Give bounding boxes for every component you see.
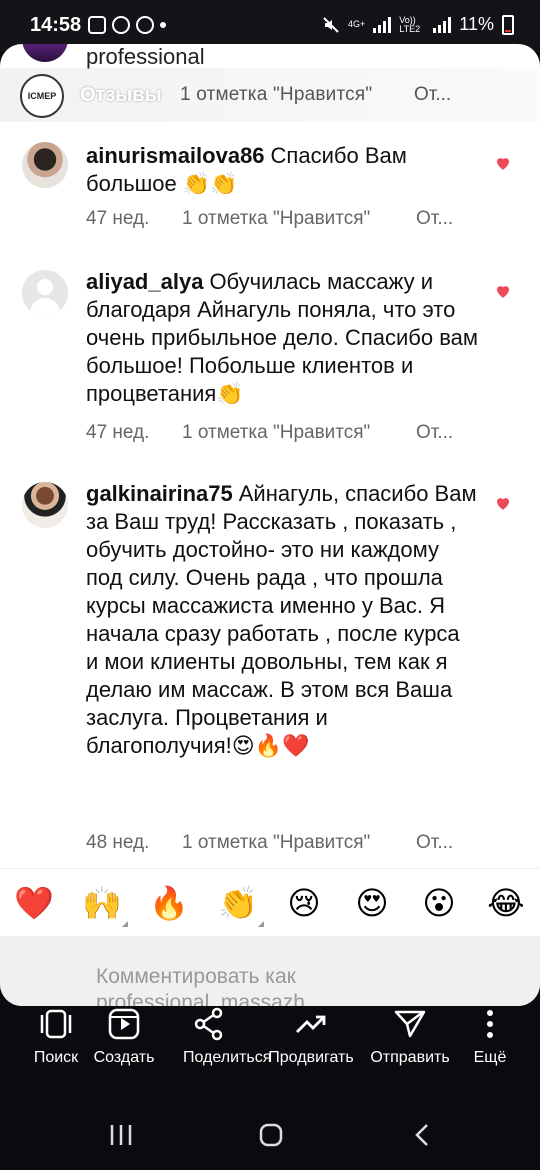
home-icon[interactable] <box>256 1122 286 1148</box>
mute-icon <box>323 16 339 33</box>
emoji-laughing-button[interactable]: 😂 <box>486 883 526 923</box>
more-vertical-icon <box>487 1010 493 1038</box>
comment-username[interactable]: aliyad_alya <box>86 269 203 294</box>
promote-action[interactable]: Продвигать <box>264 1006 358 1100</box>
emoji-glyph: 🙌 <box>82 885 122 921</box>
comments-sheet: professional ICMEP Отзывы 1 отметка "Нра… <box>0 44 540 1006</box>
system-nav-bar <box>0 1100 540 1170</box>
gallery-icon <box>88 16 106 34</box>
comment-text: Айнагуль, спасибо Вам за Ваш труд! Расск… <box>86 481 477 758</box>
caption-header: professional ICMEP Отзывы 1 отметка "Нра… <box>0 44 540 154</box>
comment-age: 48 нед. <box>86 832 150 853</box>
status-time: 14:58 <box>30 14 82 36</box>
reply-button[interactable]: От... <box>416 832 453 854</box>
comment-input-area: Комментировать как professional_massazh <box>0 936 540 1006</box>
account-avatar[interactable]: ICMEP <box>20 74 64 118</box>
send-icon <box>394 1010 426 1038</box>
caption-likes[interactable]: 1 отметка "Нравится" <box>180 84 372 106</box>
bottom-action-bar: Поиск Создать Поделиться Продвигать Отпр… <box>0 1006 540 1100</box>
emoji-quick-bar: ❤️ 🙌 🔥 👏 😢 😍 😮 😂 <box>0 868 540 940</box>
like-heart-icon[interactable] <box>494 494 512 512</box>
like-heart-icon[interactable] <box>494 282 512 300</box>
avatar[interactable] <box>22 270 68 316</box>
skin-tone-indicator <box>122 921 128 927</box>
status-right: 4G+ Vo)) LTE2 11% <box>322 14 514 35</box>
emoji-glyph: 👏 <box>218 885 258 921</box>
search-action[interactable]: Поиск <box>26 1006 86 1100</box>
comment-likes[interactable]: 1 отметка "Нравится" <box>182 208 416 230</box>
emoji-surprised-button[interactable]: 😮 <box>419 883 459 923</box>
comment-meta: 47 нед. 1 отметка "Нравится" От... <box>86 422 453 444</box>
search-label: Поиск <box>33 1049 79 1066</box>
send-action[interactable]: Отправить <box>366 1006 454 1100</box>
create-action[interactable]: Создать <box>88 1006 160 1100</box>
battery-percent: 11% <box>459 14 494 34</box>
emoji-crying-button[interactable]: 😢 <box>284 883 324 923</box>
notification-dot-icon <box>160 22 166 28</box>
comment-meta: 47 нед. 1 отметка "Нравится" От... <box>86 208 453 230</box>
signal-1-icon <box>373 16 392 33</box>
like-heart-icon[interactable] <box>494 154 512 172</box>
emoji-fire-button[interactable]: 🔥 <box>149 883 189 923</box>
reply-button[interactable]: От... <box>416 208 453 230</box>
emoji-clap-button[interactable]: 👏 <box>218 883 264 927</box>
lens-icon <box>40 1009 72 1039</box>
comment-meta: 48 нед. 1 отметка "Нравится" От... <box>86 832 453 854</box>
back-icon[interactable] <box>408 1122 438 1148</box>
avatar[interactable] <box>22 482 68 528</box>
caption-reply[interactable]: От... <box>414 84 451 106</box>
previous-avatar <box>22 44 68 62</box>
volte-label: Vo)) LTE2 <box>399 14 421 34</box>
comment-username[interactable]: galkinairina75 <box>86 481 233 506</box>
comment-body: galkinairina75 Айнагуль, спасибо Вам за В… <box>86 480 478 760</box>
comment-input[interactable]: Комментировать как professional_massazh <box>96 964 396 1006</box>
avatar[interactable] <box>22 142 68 188</box>
comment-likes[interactable]: 1 отметка "Нравится" <box>182 832 416 854</box>
emoji-raised-hands-button[interactable]: 🙌 <box>82 883 128 927</box>
network-type-label: 4G+ <box>348 19 366 29</box>
share-icon <box>194 1007 223 1041</box>
status-left-icons <box>88 16 166 34</box>
trending-icon <box>296 1015 326 1033</box>
comment-likes[interactable]: 1 отметка "Нравится" <box>182 422 416 444</box>
send-label: Отправить <box>370 1049 450 1066</box>
create-label: Создать <box>93 1049 155 1066</box>
more-action[interactable]: Ещё <box>468 1006 512 1100</box>
signal-2-icon <box>433 16 452 33</box>
recent-apps-icon[interactable] <box>106 1122 136 1148</box>
create-video-icon <box>108 1008 140 1040</box>
caption-text: Отзывы <box>80 84 162 106</box>
comment-body: ainurismailova86 Спасибо Вам большое 👏👏 <box>86 142 478 198</box>
comment-age: 47 нед. <box>86 208 150 229</box>
comment-username[interactable]: ainurismailova86 <box>86 143 265 168</box>
whatsapp-icon <box>112 16 130 34</box>
previous-comment-text: professional <box>86 44 205 69</box>
battery-icon <box>502 14 514 35</box>
share-label: Поделиться <box>183 1049 272 1066</box>
emoji-heart-eyes-button[interactable]: 😍 <box>352 883 392 923</box>
skin-tone-indicator <box>258 921 264 927</box>
cloud-upload-icon <box>136 16 154 34</box>
emoji-heart-button[interactable]: ❤️ <box>14 883 54 923</box>
comment-age: 47 нед. <box>86 422 150 443</box>
more-label: Ещё <box>473 1049 507 1066</box>
reply-button[interactable]: От... <box>416 422 453 444</box>
comment-body: aliyad_alya Обучилась массажу и благодаря… <box>86 268 478 408</box>
share-action[interactable]: Поделиться <box>176 1006 272 1100</box>
promote-label: Продвигать <box>268 1049 354 1066</box>
